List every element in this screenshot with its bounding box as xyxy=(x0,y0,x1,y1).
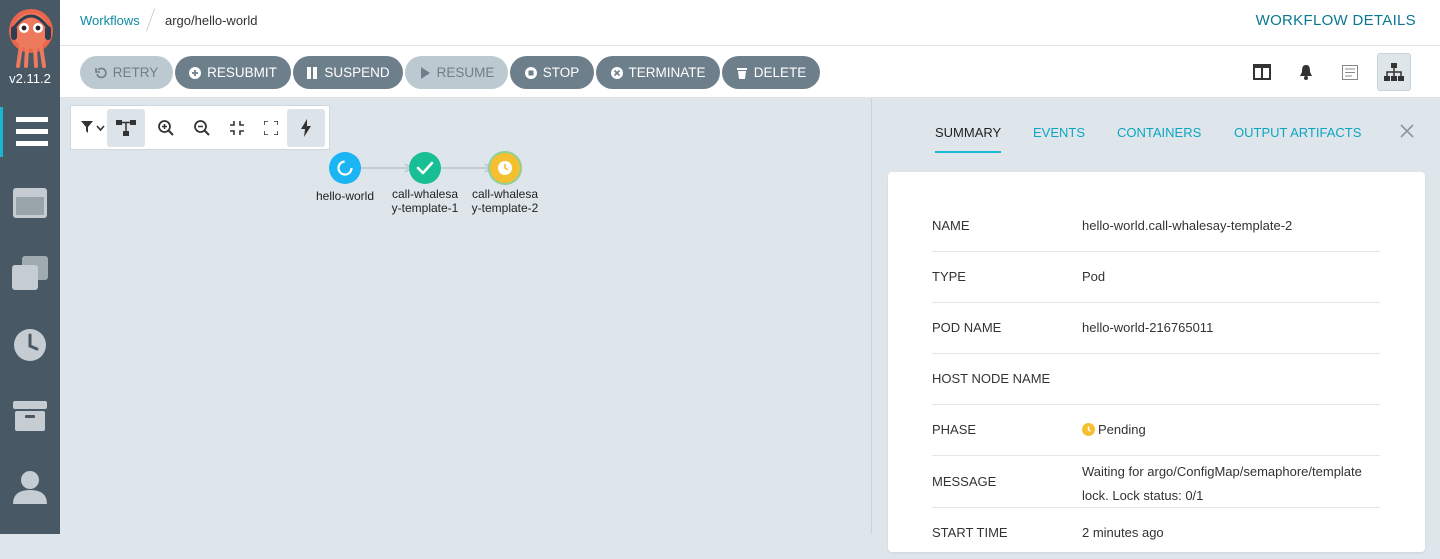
view-columns-button[interactable] xyxy=(1245,53,1279,91)
delete-button[interactable]: DELETE xyxy=(722,56,820,89)
nav-cluster-templates[interactable] xyxy=(0,248,60,298)
workflow-graph[interactable]: hello-world call-whalesay-template-1 cal… xyxy=(60,98,871,534)
tab-events[interactable]: EVENTS xyxy=(1033,125,1085,140)
stop-button[interactable]: STOP xyxy=(510,56,594,89)
view-graph-button[interactable] xyxy=(1377,53,1411,91)
summary-row-name: NAME hello-world.call-whalesay-template-… xyxy=(932,201,1380,252)
graph-node-call-whalesay-template-1[interactable] xyxy=(409,152,441,184)
sitemap-icon xyxy=(1384,63,1404,81)
terminate-label: TERMINATE xyxy=(628,65,706,80)
delete-label: DELETE xyxy=(753,65,807,80)
retry-label: RETRY xyxy=(112,65,159,80)
resume-button[interactable]: RESUME xyxy=(405,56,508,89)
retry-button[interactable]: RETRY xyxy=(80,56,173,89)
stop-circle-icon xyxy=(524,66,537,79)
workflows-list-icon xyxy=(15,117,48,146)
tab-output-artifacts[interactable]: OUTPUT ARTIFACTS xyxy=(1234,125,1361,140)
graph-node-hello-world[interactable] xyxy=(329,152,361,184)
summary-value: 2 minutes ago xyxy=(1082,525,1164,540)
summary-key: TYPE xyxy=(932,269,966,284)
breadcrumb-workflows[interactable]: Workflows xyxy=(80,13,140,28)
plus-circle-icon xyxy=(189,66,202,79)
argo-logo[interactable] xyxy=(8,6,54,68)
tab-containers[interactable]: CONTAINERS xyxy=(1117,125,1201,140)
summary-value: hello-world-216765011 xyxy=(1082,320,1214,335)
summary-value: Pod xyxy=(1082,269,1106,284)
breadcrumb-current: argo/hello-world xyxy=(165,13,258,28)
top-bar: Workflows argo/hello-world WORKFLOW DETA… xyxy=(60,0,1440,46)
summary-key: POD NAME xyxy=(932,320,1002,335)
summary-row-phase: PHASE Pending xyxy=(932,405,1380,456)
action-toolbar: RETRY RESUBMIT SUSPEND RESUME STOP TERMI… xyxy=(60,46,1440,98)
user-icon xyxy=(13,471,47,504)
nav-archived-workflows[interactable] xyxy=(0,391,60,441)
nav-workflow-templates[interactable] xyxy=(0,178,60,228)
archive-icon xyxy=(13,401,47,431)
retry-icon xyxy=(94,67,107,78)
trash-icon xyxy=(736,67,747,79)
nav-user-info[interactable] xyxy=(0,462,60,512)
view-events-button[interactable] xyxy=(1289,53,1323,91)
summary-value: Waiting for argo/ConfigMap/semaphore/tem… xyxy=(1082,464,1362,503)
clone-icon xyxy=(12,256,48,290)
phase-value: Pending xyxy=(1082,422,1146,437)
nav-cron-workflows[interactable] xyxy=(0,320,60,370)
summary-value: hello-world.call-whalesay-template-2 xyxy=(1082,218,1293,233)
times-circle-icon xyxy=(610,66,623,79)
pending-status-icon xyxy=(1082,423,1095,436)
summary-key: START TIME xyxy=(932,525,1008,540)
columns-icon xyxy=(1253,64,1271,80)
suspend-label: SUSPEND xyxy=(324,65,390,80)
summary-row-pod-name: POD NAME hello-world-216765011 xyxy=(932,303,1380,354)
version-label: v2.11.2 xyxy=(9,71,51,86)
active-tab-indicator xyxy=(935,151,1001,153)
summary-row-type: TYPE Pod xyxy=(932,252,1380,303)
node-details-panel: SUMMARY EVENTS CONTAINERS OUTPUT ARTIFAC… xyxy=(871,98,1440,552)
clock-icon xyxy=(14,329,46,361)
resubmit-label: RESUBMIT xyxy=(207,65,277,80)
view-list-button[interactable] xyxy=(1333,53,1367,91)
close-icon[interactable] xyxy=(1398,122,1416,140)
node-label-call-whalesay-template-1: call-whalesay-template-1 xyxy=(391,187,459,215)
phase-text: Pending xyxy=(1098,422,1146,437)
nav-workflows[interactable] xyxy=(0,107,60,157)
graph-edges xyxy=(329,151,522,185)
summary-row-message: MESSAGE Waiting for argo/ConfigMap/semap… xyxy=(932,456,1380,508)
summary-key: HOST NODE NAME xyxy=(932,371,1051,386)
stop-label: STOP xyxy=(542,65,580,80)
template-icon xyxy=(13,188,47,218)
summary-row-host-node-name: HOST NODE NAME xyxy=(932,354,1380,405)
summary-key: PHASE xyxy=(932,422,977,437)
pause-icon xyxy=(307,66,318,79)
sidebar: v2.11.2 xyxy=(0,0,60,534)
node-label-hello-world: hello-world xyxy=(315,189,375,203)
tab-summary[interactable]: SUMMARY xyxy=(935,125,1001,140)
resume-label: RESUME xyxy=(436,65,495,80)
terminate-button[interactable]: TERMINATE xyxy=(596,56,720,89)
summary-key: MESSAGE xyxy=(932,474,997,489)
graph-node-call-whalesay-template-2[interactable] xyxy=(488,151,522,185)
list-icon xyxy=(1342,64,1358,80)
page-title: WORKFLOW DETAILS xyxy=(1255,12,1416,29)
suspend-button[interactable]: SUSPEND xyxy=(293,56,403,89)
summary-card: NAME hello-world.call-whalesay-template-… xyxy=(888,172,1425,552)
bell-icon xyxy=(1300,65,1312,80)
summary-key: NAME xyxy=(932,218,970,233)
resubmit-button[interactable]: RESUBMIT xyxy=(175,56,291,89)
node-label-call-whalesay-template-2: call-whalesay-template-2 xyxy=(471,187,539,215)
play-icon xyxy=(420,66,430,79)
breadcrumb-separator xyxy=(145,8,156,32)
